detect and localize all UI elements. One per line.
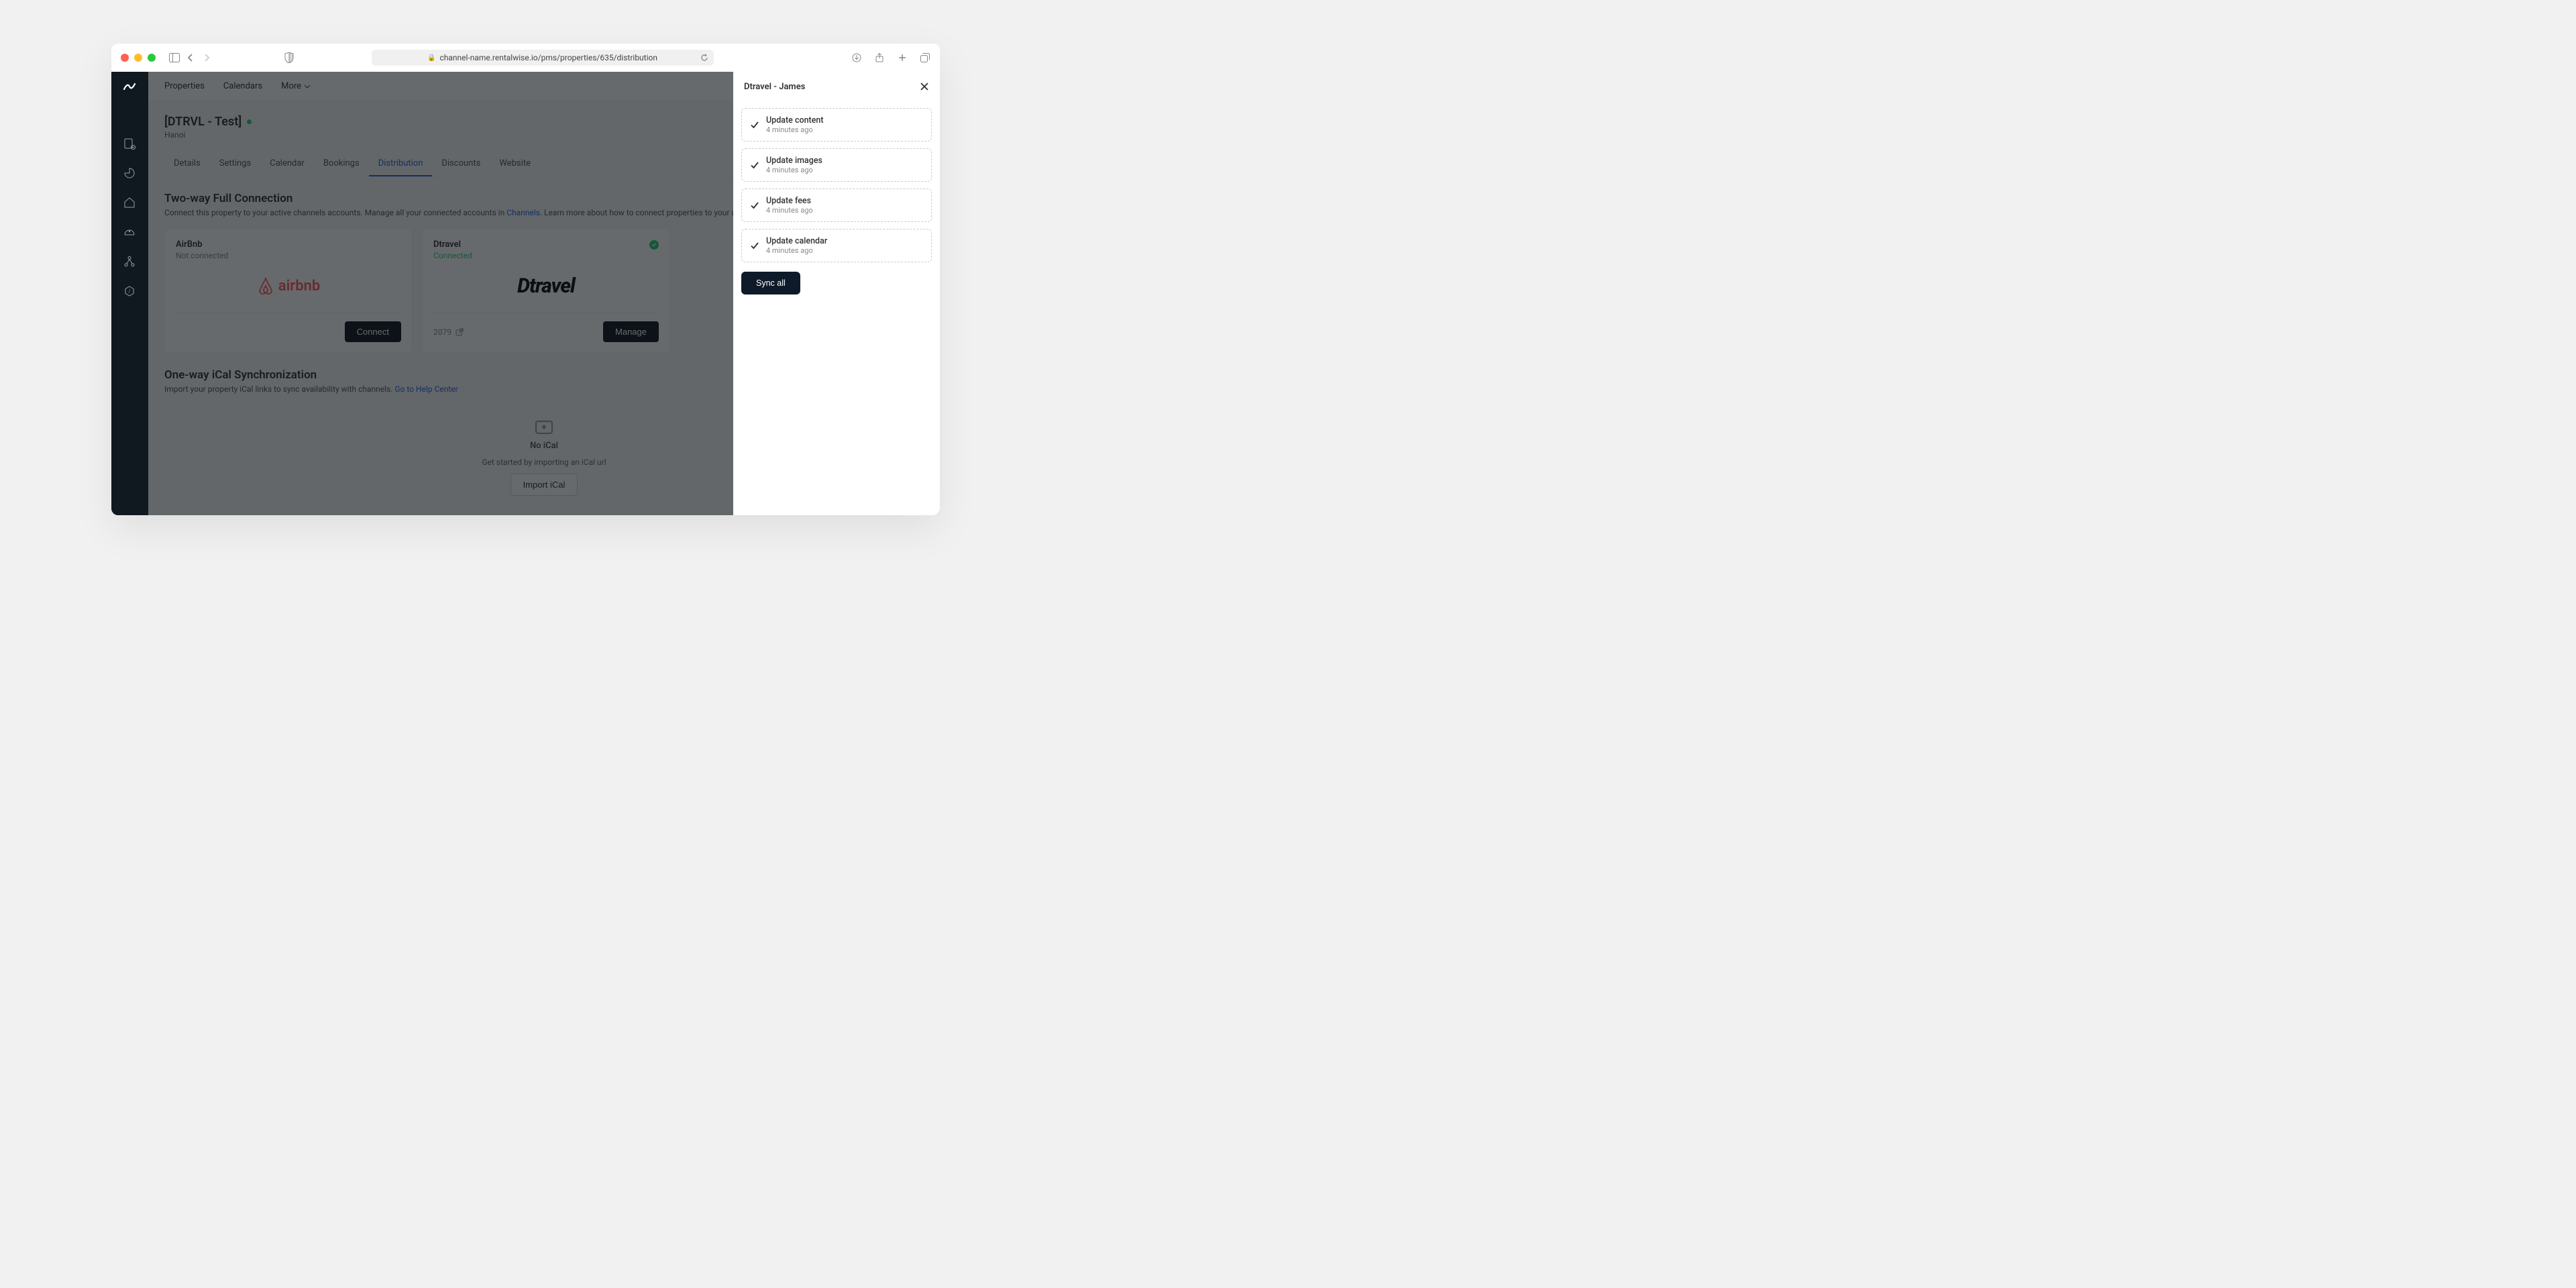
download-icon[interactable] [851,52,862,63]
close-panel-button[interactable] [920,82,929,91]
close-icon [920,82,929,91]
minimize-window-button[interactable] [134,54,142,62]
address-bar[interactable]: 🔒 channel-name.rentalwise.io/pms/propert… [372,50,714,66]
sidebar-nav-5-icon[interactable] [123,256,137,269]
new-tab-icon[interactable] [897,52,908,63]
url-text: channel-name.rentalwise.io/pms/propertie… [439,53,657,62]
sync-item-title: Update content [766,115,824,125]
app-logo[interactable] [122,80,138,96]
traffic-lights [121,54,156,62]
app: / Properties Calendars More [DTRVL - Tes… [111,72,940,515]
close-window-button[interactable] [121,54,129,62]
sidebar-nav-3-icon[interactable] [123,197,137,210]
sidebar-nav-1-icon[interactable] [123,138,137,151]
sync-all-button[interactable]: Sync all [741,272,800,294]
sync-item-time: 4 minutes ago [766,125,824,134]
browser-window: 🔒 channel-name.rentalwise.io/pms/propert… [111,44,940,515]
refresh-icon[interactable] [700,54,708,62]
tabs-icon[interactable] [920,52,930,63]
check-icon [750,120,759,129]
back-button[interactable] [185,52,196,63]
sync-item-time: 4 minutes ago [766,166,822,174]
sidebar-nav-2-icon[interactable] [123,167,137,180]
sync-panel-title: Dtravel - James [744,82,805,92]
check-icon [750,160,759,170]
sync-item[interactable]: Update images 4 minutes ago [741,148,932,182]
sync-item[interactable]: Update fees 4 minutes ago [741,189,932,222]
browser-chrome: 🔒 channel-name.rentalwise.io/pms/propert… [111,44,940,72]
sync-panel-header: Dtravel - James [733,72,940,101]
sync-panel: Dtravel - James Update content 4 minutes… [733,72,940,515]
sync-item-title: Update calendar [766,236,827,246]
sync-item-time: 4 minutes ago [766,246,827,255]
lock-icon: 🔒 [427,54,435,62]
chrome-right-actions [851,52,930,63]
sidebar-nav-4-icon[interactable] [123,226,137,239]
sync-item-title: Update images [766,156,822,166]
share-icon[interactable] [874,52,885,63]
sidebar-toggle-icon[interactable] [169,52,180,63]
sync-item[interactable]: Update content 4 minutes ago [741,108,932,142]
sync-item[interactable]: Update calendar 4 minutes ago [741,229,932,262]
app-sidebar: / [111,72,148,515]
maximize-window-button[interactable] [148,54,156,62]
svg-text:/: / [128,289,130,294]
check-icon [750,241,759,250]
sync-item-title: Update fees [766,196,813,206]
forward-button[interactable] [201,52,212,63]
sync-item-time: 4 minutes ago [766,206,813,215]
sidebar-nav-6-icon[interactable]: / [123,285,137,299]
sync-panel-body: Update content 4 minutes ago Update imag… [733,101,940,301]
app-body: Properties Calendars More [DTRVL - Test]… [148,72,940,515]
check-icon [750,201,759,210]
shield-icon[interactable] [284,52,294,63]
